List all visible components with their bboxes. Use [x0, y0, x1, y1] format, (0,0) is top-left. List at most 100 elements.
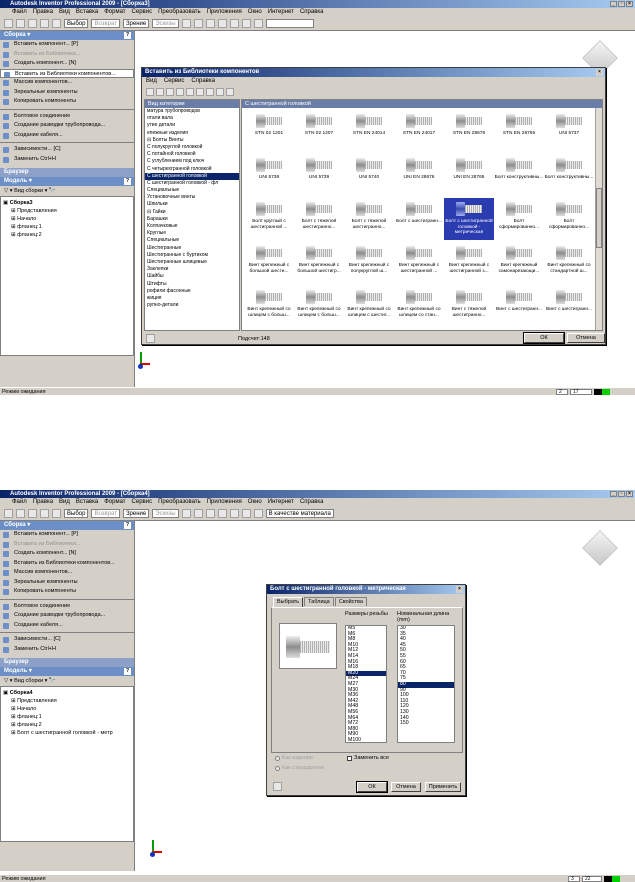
- menu-item[interactable]: Приложения: [207, 498, 242, 507]
- custom-radio[interactable]: Как изделие: [275, 755, 313, 761]
- forward-icon[interactable]: [156, 88, 164, 96]
- help-icon[interactable]: [273, 782, 282, 791]
- thumbnail-view-icon[interactable]: [226, 88, 234, 96]
- grid-scrollbar[interactable]: [595, 108, 602, 330]
- panel-item[interactable]: Вставить из Библиотеки...: [0, 540, 134, 550]
- component-thumbnail[interactable]: Винт крепежный со стандартной ш...: [544, 242, 594, 284]
- undo-icon[interactable]: [40, 509, 49, 518]
- component-thumbnail[interactable]: Болт конструктивны...: [494, 154, 544, 196]
- browser-node[interactable]: ⊞ Начало: [3, 705, 131, 713]
- thread-size-list[interactable]: M5 M6 M8 M10 M12 M14 M16 M18 M20 M24 M27 M30 M36 M42 M…: [345, 625, 387, 743]
- replace-all-checkbox[interactable]: Заменить все: [347, 755, 389, 761]
- browser-node[interactable]: ▣ Сборка4: [3, 689, 131, 697]
- browser-node[interactable]: ⊞ Представления: [3, 207, 131, 215]
- zoom-window-icon[interactable]: [193, 19, 203, 28]
- component-thumbnail[interactable]: STN EN 28676: [444, 110, 494, 152]
- dialog-close-button[interactable]: ×: [456, 586, 463, 593]
- dialog-tab[interactable]: Выбрать: [273, 597, 304, 607]
- return-button[interactable]: Возврат: [91, 509, 120, 518]
- component-thumbnail[interactable]: Болт сформированно...: [494, 198, 544, 240]
- browser-node[interactable]: ⊞ Представления: [3, 697, 131, 705]
- component-thumbnail[interactable]: Болт с тяжелой шестигранно...: [294, 198, 344, 240]
- category-item[interactable]: жиция: [145, 295, 239, 302]
- component-thumbnail[interactable]: Винт крепежный со шлицем со стан...: [394, 286, 444, 328]
- category-item[interactable]: Колпачковые: [145, 223, 239, 230]
- new-icon[interactable]: [4, 509, 13, 518]
- display-style-icon[interactable]: [241, 509, 251, 518]
- sketch-button[interactable]: Эскизы: [152, 19, 179, 28]
- component-thumbnail[interactable]: [244, 330, 294, 331]
- component-thumbnail[interactable]: UNI EN 28765: [444, 154, 494, 196]
- menu-item[interactable]: Правка: [33, 8, 53, 17]
- menu-item[interactable]: Сервис: [132, 498, 153, 507]
- up-icon[interactable]: [166, 88, 174, 96]
- standard-radio[interactable]: Как стандартное: [275, 765, 324, 771]
- category-item[interactable]: С шестигранной головкой: [145, 172, 239, 180]
- component-thumbnail[interactable]: Винт крепежный с полукруглой ш...: [344, 242, 394, 284]
- category-item[interactable]: ⊟ Гайки: [145, 209, 239, 216]
- open-icon[interactable]: [16, 509, 25, 518]
- menu-item[interactable]: Формат: [104, 8, 125, 17]
- category-item[interactable]: С шестигранной головкой - фл: [145, 180, 239, 187]
- menu-item[interactable]: Вставка: [76, 8, 98, 17]
- select-button[interactable]: Выбор: [64, 509, 89, 518]
- panel-item[interactable]: Зависимости... [C]: [0, 635, 134, 645]
- panel-item[interactable]: Массив компонентов...: [0, 78, 134, 88]
- orbit-icon[interactable]: [217, 19, 227, 28]
- length-item[interactable]: 150: [398, 720, 454, 727]
- browser-node[interactable]: ⊞ Болт с шестигранной головкой - метр: [3, 729, 131, 737]
- redo-icon[interactable]: [52, 509, 61, 518]
- menu-item[interactable]: Интернет: [268, 8, 294, 17]
- panel-item[interactable]: Массив компонентов...: [0, 568, 134, 578]
- filter-icon[interactable]: ▽: [4, 678, 8, 684]
- back-icon[interactable]: [146, 88, 154, 96]
- help-icon[interactable]: ?: [124, 178, 131, 185]
- panel-item[interactable]: Создать компонент... [N]: [0, 59, 134, 69]
- minimize-button[interactable]: _: [610, 491, 617, 497]
- component-thumbnail[interactable]: UNI 5738: [244, 154, 294, 196]
- category-item[interactable]: Шестигранные с буртиком: [145, 252, 239, 259]
- category-item[interactable]: отали вала: [145, 115, 239, 122]
- open-icon[interactable]: [16, 19, 25, 28]
- material-dropdown[interactable]: [265, 19, 314, 28]
- menu-item[interactable]: Правка: [33, 498, 53, 507]
- panel-item[interactable]: Создание кабеля...: [0, 131, 134, 141]
- panel-item[interactable]: Вставить из Библиотеки компонентов...: [0, 68, 134, 78]
- component-thumbnail[interactable]: Винт крепежный с шестигранной ...: [394, 242, 444, 284]
- panel-item[interactable]: Вставить из Библиотеки компонентов...: [0, 559, 134, 569]
- category-item[interactable]: Шпильки: [145, 201, 239, 208]
- find-icon[interactable]: 🔭: [49, 678, 56, 684]
- component-thumbnail[interactable]: Болт конструктивны...: [544, 154, 594, 196]
- category-item[interactable]: Установочные винты: [145, 194, 239, 201]
- panel-item[interactable]: Вставить из Библиотеки...: [0, 50, 134, 60]
- shadow-icon[interactable]: [253, 509, 263, 518]
- category-item[interactable]: ⊟ Болты Винты: [145, 137, 239, 144]
- menu-item[interactable]: Справка: [300, 498, 324, 507]
- return-button[interactable]: Возврат: [91, 19, 120, 28]
- zoom-button[interactable]: Зрение: [122, 509, 150, 518]
- search-icon[interactable]: [196, 88, 204, 96]
- redo-icon[interactable]: [52, 19, 61, 28]
- browser-node[interactable]: ⊞ Начало: [3, 215, 131, 223]
- category-item[interactable]: С потайной головкой: [145, 151, 239, 158]
- component-thumbnail[interactable]: STN EN 28765: [494, 110, 544, 152]
- component-thumbnail[interactable]: STN 02 1201: [244, 110, 294, 152]
- panel-item[interactable]: Болтовое соединение: [0, 112, 134, 122]
- panel-item[interactable]: Вставить компонент... [P]: [0, 40, 134, 50]
- favorites-icon[interactable]: [176, 88, 184, 96]
- component-thumbnail[interactable]: Болт сформированно...: [544, 198, 594, 240]
- component-thumbnail[interactable]: Винт крепежный со шлицем с шестиг...: [344, 286, 394, 328]
- category-item[interactable]: епежные изделия: [145, 130, 239, 137]
- category-item[interactable]: Барашки: [145, 216, 239, 223]
- menu-item[interactable]: Окно: [248, 498, 262, 507]
- category-item[interactable]: рофили фасонные: [145, 288, 239, 295]
- ok-button[interactable]: ОК: [523, 332, 565, 344]
- model-header[interactable]: Модель ▾?: [0, 667, 134, 676]
- cancel-button[interactable]: Отмена: [567, 333, 605, 343]
- panel-item[interactable]: Зависимости... [C]: [0, 145, 134, 155]
- component-thumbnail[interactable]: Болт с тяжелой шестигранно...: [344, 198, 394, 240]
- close-button[interactable]: ×: [626, 1, 633, 7]
- help-icon[interactable]: [146, 334, 155, 343]
- menu-item[interactable]: Преобразовать: [158, 8, 201, 17]
- menu-item[interactable]: Окно: [248, 8, 262, 17]
